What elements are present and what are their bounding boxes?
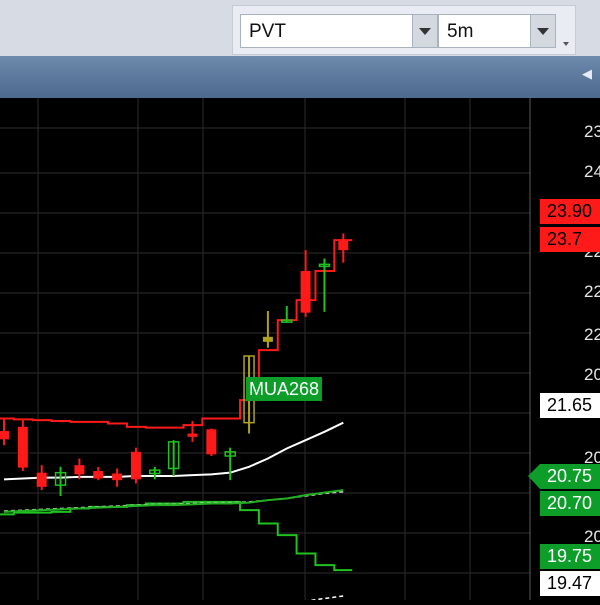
price-axis-tick-label: 20 (584, 365, 600, 384)
collapse-left-icon[interactable]: ◀ (582, 66, 592, 82)
indicator-series-line (251, 595, 344, 605)
candle-body (74, 465, 85, 475)
price-chart[interactable] (0, 98, 600, 605)
price-level-badge: 20.75 (540, 464, 600, 489)
candle-body (17, 426, 28, 468)
candle-body (130, 451, 141, 480)
price-level-badge: 21.65 (540, 393, 600, 418)
candle-body (112, 473, 123, 481)
price-level-badge: 19.47 (540, 571, 600, 596)
interval-select[interactable]: 5m (438, 14, 556, 48)
chevron-down-icon[interactable] (530, 15, 555, 47)
chart-annotation-label: MUA268 (246, 377, 323, 401)
candle-body (338, 240, 349, 251)
resize-grip-icon[interactable] (563, 42, 569, 48)
candle-body (36, 472, 47, 487)
price-level-badge: 23.7 (540, 227, 600, 252)
candle-body (93, 470, 104, 479)
price-axis-tick-label: 23 (584, 122, 600, 141)
indicator-series-line (0, 500, 353, 572)
price-axis-tick-label: 22 (584, 325, 600, 344)
interval-select-value: 5m (447, 21, 474, 42)
chevron-down-icon[interactable] (412, 15, 437, 47)
top-toolbar: PVT 5m (0, 0, 600, 56)
price-level-badge: 23.90 (540, 199, 600, 224)
toolbar-panel: PVT 5m (232, 5, 576, 55)
candle-body (262, 336, 273, 342)
chart-header-bar (0, 56, 600, 98)
price-level-badge: 20.70 (540, 491, 600, 516)
candle-body (187, 433, 198, 437)
price-axis-tick-label: 24 (584, 162, 600, 181)
candle-body (300, 271, 311, 313)
chart-canvas (0, 98, 531, 605)
symbol-select-value: PVT (249, 21, 286, 42)
symbol-select[interactable]: PVT (240, 14, 438, 48)
price-level-badge: 19.75 (540, 544, 600, 569)
candle-body (206, 429, 217, 455)
price-axis-tick-label: 22 (584, 282, 600, 301)
indicator-series-line (3, 491, 344, 512)
badge-pointer-icon (528, 464, 540, 489)
candle-body (0, 430, 9, 440)
